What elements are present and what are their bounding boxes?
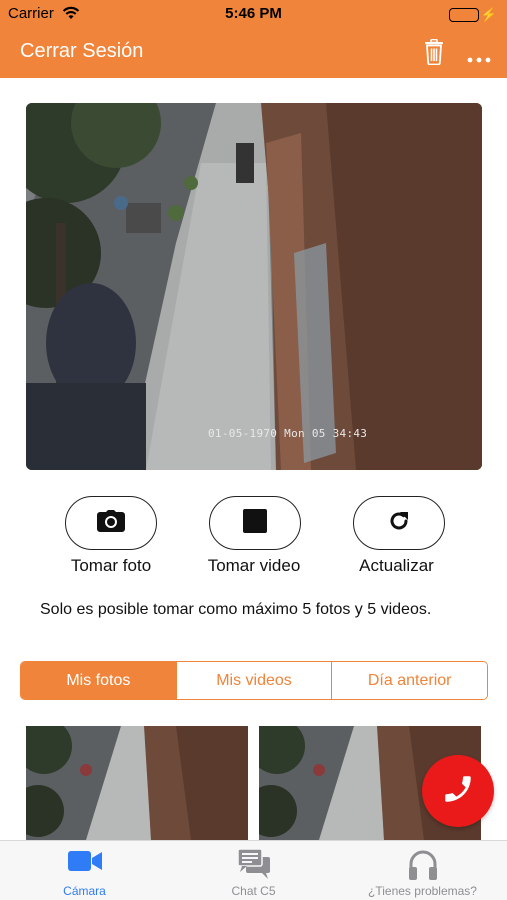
tab-chat[interactable]: Chat C5 <box>169 841 338 900</box>
camera-feed[interactable]: 01-05-1970 Mon 05 34:43 <box>26 103 482 470</box>
logout-button[interactable]: Cerrar Sesión <box>20 40 143 63</box>
tab-help[interactable]: ¿Tienes problemas? <box>338 841 507 900</box>
refresh-label: Actualizar <box>359 556 434 575</box>
more-icon[interactable] <box>467 50 491 63</box>
tab-previous-day[interactable]: Día anterior <box>331 662 487 699</box>
chat-icon <box>236 848 270 884</box>
camera-scene <box>26 103 482 470</box>
stop-icon <box>243 508 267 538</box>
photo-thumbnail[interactable] <box>26 726 248 840</box>
take-photo-button[interactable] <box>65 496 157 550</box>
take-video-action: Tomar video <box>208 496 301 576</box>
take-video-label: Tomar video <box>207 556 301 575</box>
take-photo-action: Tomar foto <box>65 496 157 576</box>
headphones-icon <box>408 849 438 886</box>
camera-timestamp: 01-05-1970 Mon 05 34:43 <box>208 427 368 440</box>
tab-my-videos[interactable]: Mis videos <box>175 662 332 699</box>
status-time: 5:46 PM <box>225 5 282 22</box>
tab-help-label: ¿Tienes problemas? <box>368 884 477 898</box>
nav-bar: Cerrar Sesión <box>0 28 507 78</box>
battery-icon: ⚡ <box>448 6 497 23</box>
media-segmented-control: Mis fotos Mis videos Día anterior <box>20 661 488 700</box>
refresh-action: Actualizar <box>353 496 445 576</box>
video-camera-icon <box>67 849 102 878</box>
limit-info-text: Solo es posible tomar como máximo 5 foto… <box>40 601 432 618</box>
status-bar: Carrier 5:46 PM ⚡ <box>0 0 507 28</box>
tab-bar: Cámara Chat C5 ¿Tienes problemas? <box>0 840 507 900</box>
emergency-call-button[interactable] <box>422 755 494 827</box>
phone-icon <box>441 772 475 811</box>
trash-icon[interactable] <box>424 38 444 66</box>
refresh-button[interactable] <box>353 496 445 550</box>
refresh-icon <box>387 509 411 538</box>
camera-icon <box>97 509 125 537</box>
take-photo-label: Tomar foto <box>70 556 152 575</box>
take-video-button[interactable] <box>209 496 301 550</box>
tab-chat-label: Chat C5 <box>231 884 276 898</box>
tab-camera-label: Cámara <box>63 884 106 898</box>
tab-camera[interactable]: Cámara <box>0 841 169 900</box>
tab-my-photos[interactable]: Mis fotos <box>21 662 176 699</box>
